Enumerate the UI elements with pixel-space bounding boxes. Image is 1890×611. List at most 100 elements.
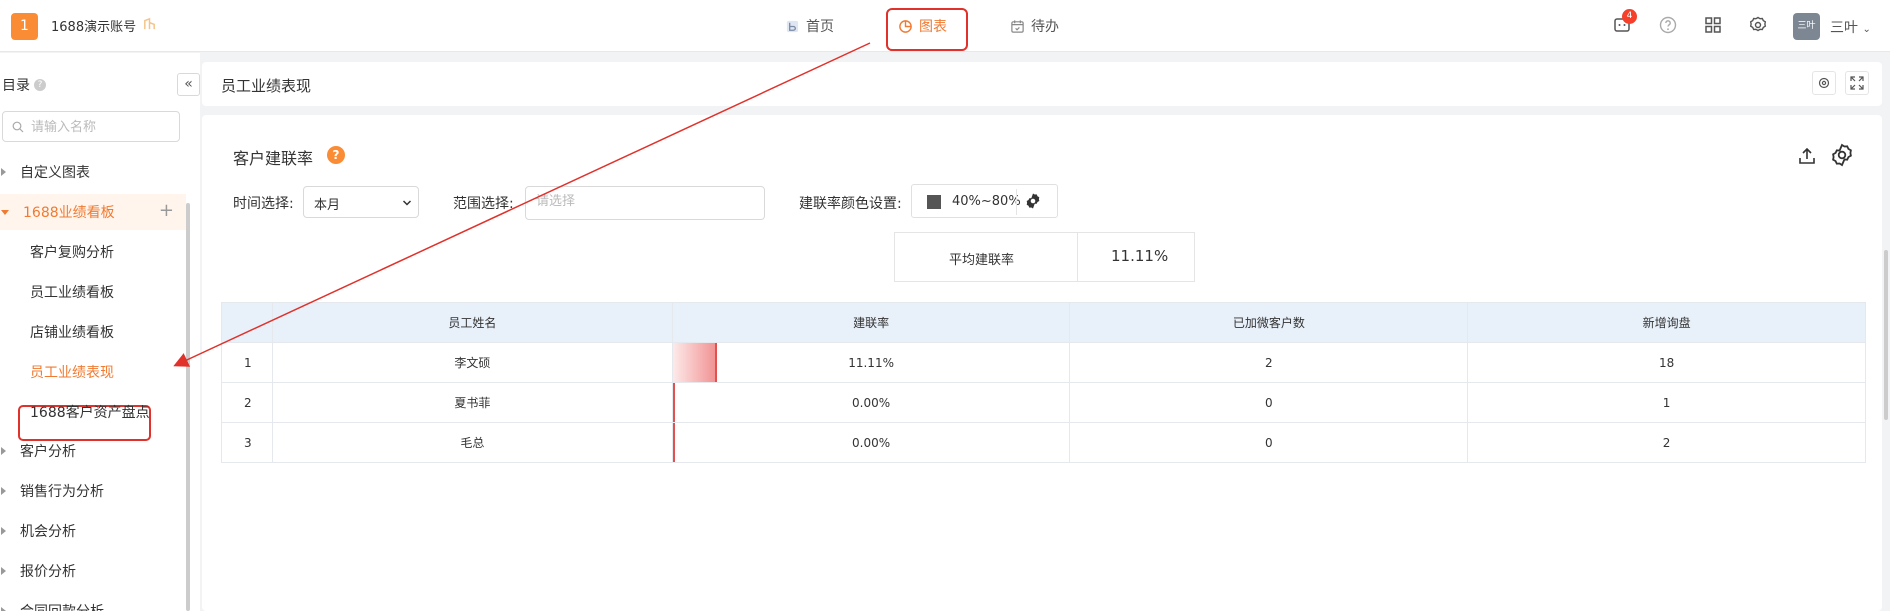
export-icon[interactable] xyxy=(1796,145,1818,167)
sidebar-item-label: 报价分析 xyxy=(20,564,76,580)
wechat-count: 2 xyxy=(1069,342,1469,383)
average-rate-label: 平均建联率 xyxy=(949,253,1015,268)
sidebar-item-employee-dashboard[interactable]: 员工业绩看板 xyxy=(30,282,114,302)
sidebar-item-store-dashboard[interactable]: 店铺业绩看板 xyxy=(30,322,114,342)
main-scrollbar[interactable] xyxy=(1884,250,1888,420)
message-count-badge: 4 xyxy=(1622,9,1637,24)
collapse-sidebar-button[interactable]: « xyxy=(177,73,200,96)
sidebar-item-asset-inventory[interactable]: 1688客户资产盘点 xyxy=(30,402,150,422)
range-input[interactable] xyxy=(536,194,756,209)
sidebar-scrollbar[interactable] xyxy=(186,203,190,611)
tab-todo-label: 待办 xyxy=(1031,19,1059,35)
rate-value: 0.00% xyxy=(852,395,891,410)
wechat-count: 0 xyxy=(1069,422,1469,463)
apps-grid-icon[interactable] xyxy=(1703,15,1723,35)
tab-home-label: 首页 xyxy=(806,19,834,35)
tab-todo[interactable]: 待办 xyxy=(1010,14,1059,38)
sidebar-item-custom-charts[interactable]: 自定义图表 xyxy=(0,154,186,190)
sidebar-item-label: 销售行为分析 xyxy=(20,484,104,500)
rate-cell: 0.00% xyxy=(671,422,1071,463)
column-header[interactable]: 已加微客户数 xyxy=(1069,302,1469,343)
employee-name: 毛总 xyxy=(271,422,673,463)
page-settings-button[interactable] xyxy=(1812,71,1836,95)
sidebar-item-label: 1688业绩看板 xyxy=(23,205,115,221)
sidebar-item-label: 客户分析 xyxy=(20,444,76,460)
chevron-down-icon xyxy=(402,200,412,206)
help-icon[interactable]: ? xyxy=(34,79,46,91)
time-label: 时间选择: xyxy=(233,196,294,212)
fullscreen-button[interactable] xyxy=(1845,71,1869,95)
sidebar-search[interactable] xyxy=(2,111,180,142)
help-icon[interactable] xyxy=(1658,15,1678,35)
time-select[interactable]: 本月 xyxy=(303,186,419,218)
avatar[interactable]: 三叶 xyxy=(1793,13,1820,40)
page-title: 员工业绩表现 xyxy=(221,77,312,95)
range-label: 范围选择: xyxy=(453,196,514,212)
sidebar-item-contract-analysis[interactable]: 合同回款分析 xyxy=(0,593,186,611)
caret-right-icon xyxy=(1,527,6,535)
user-menu[interactable]: 三叶 ⌄ xyxy=(1830,17,1871,37)
range-select[interactable] xyxy=(525,186,765,220)
app-logo[interactable]: 1 xyxy=(11,13,38,40)
column-header[interactable]: 新增询盘 xyxy=(1467,302,1866,343)
sidebar-item-employee-performance[interactable]: 员工业绩表现 xyxy=(30,362,114,382)
search-input[interactable] xyxy=(31,117,176,137)
column-header-index xyxy=(221,302,273,343)
account-name[interactable]: 1688演示账号 xyxy=(51,16,136,35)
sidebar-title: 目录 ? xyxy=(2,75,46,95)
new-inquiries: 1 xyxy=(1467,382,1866,423)
sidebar-item-quote-analysis[interactable]: 报价分析 xyxy=(0,553,186,589)
rate-cell: 0.00% xyxy=(671,382,1071,423)
rate-value: 0.00% xyxy=(852,435,891,450)
row-index: 1 xyxy=(221,342,273,383)
chevron-down-icon: ⌄ xyxy=(1862,24,1871,35)
rate-bar xyxy=(672,343,717,382)
sidebar-item-sales-behavior[interactable]: 销售行为分析 xyxy=(0,473,186,509)
chart-card: 客户建联率 ? 时间选择: 本月 范围选择: 建联率颜色设置: 40%~80% … xyxy=(202,115,1882,611)
table-row[interactable]: 1 李文硕 11.11% 2 18 xyxy=(221,342,1866,383)
column-header[interactable]: 建联率 xyxy=(671,302,1071,343)
average-rate-value: 11.11% xyxy=(1111,247,1169,265)
divider xyxy=(1077,233,1078,281)
color-swatch[interactable] xyxy=(927,195,941,209)
sidebar-title-label: 目录 xyxy=(2,78,30,94)
sidebar-item-repurchase[interactable]: 客户复购分析 xyxy=(30,242,114,262)
sidebar-item-label: 自定义图表 xyxy=(20,165,90,181)
settings-icon[interactable] xyxy=(1748,15,1768,35)
average-rate-box: 平均建联率 11.11% xyxy=(894,232,1195,282)
time-select-value: 本月 xyxy=(314,198,341,213)
sidebar-item-customer-analysis[interactable]: 客户分析 xyxy=(0,433,186,469)
sidebar-item-label: 机会分析 xyxy=(20,524,76,540)
caret-right-icon xyxy=(1,487,6,495)
card-title: 客户建联率 xyxy=(233,149,314,168)
rate-value: 11.11% xyxy=(848,355,894,370)
table-header-row: 员工姓名 建联率 已加微客户数 新增询盘 xyxy=(221,302,1866,343)
settings-icon xyxy=(1818,77,1830,89)
caret-down-icon xyxy=(1,209,9,215)
user-name: 三叶 xyxy=(1830,20,1858,36)
gear-icon[interactable] xyxy=(1024,192,1042,210)
color-range: 40%~80% xyxy=(952,194,1021,209)
color-setting-label: 建联率颜色设置: xyxy=(799,196,902,212)
employee-name: 李文硕 xyxy=(271,342,673,383)
new-inquiries: 2 xyxy=(1467,422,1866,463)
sidebar-item-label: 合同回款分析 xyxy=(20,601,104,611)
double-chevron-left-icon: « xyxy=(184,76,193,92)
tab-home[interactable]: 首页 xyxy=(785,14,834,38)
sidebar-item-1688-dashboard[interactable]: 1688业绩看板 + xyxy=(0,194,186,230)
sidebar: 目录 ? « 自定义图表 1688业绩看板 + 客户复购分析 员工业绩看板 店铺业… xyxy=(0,53,200,611)
sidebar-item-opportunity-analysis[interactable]: 机会分析 xyxy=(0,513,186,549)
add-icon[interactable]: + xyxy=(159,200,174,221)
settings-icon[interactable] xyxy=(1829,142,1855,168)
column-header[interactable]: 员工姓名 xyxy=(271,302,673,343)
row-index: 2 xyxy=(221,382,273,423)
table-row[interactable]: 2 夏书菲 0.00% 0 1 xyxy=(221,382,1866,423)
help-icon[interactable]: ? xyxy=(327,146,345,164)
table-row[interactable]: 3 毛总 0.00% 0 2 xyxy=(221,422,1866,463)
divider xyxy=(1016,189,1017,215)
fullscreen-icon xyxy=(1850,76,1864,90)
color-setting[interactable]: 40%~80% xyxy=(911,184,1058,218)
caret-right-icon xyxy=(1,168,6,176)
rate-cell: 11.11% xyxy=(671,342,1071,383)
calendar-icon xyxy=(1011,19,1024,33)
